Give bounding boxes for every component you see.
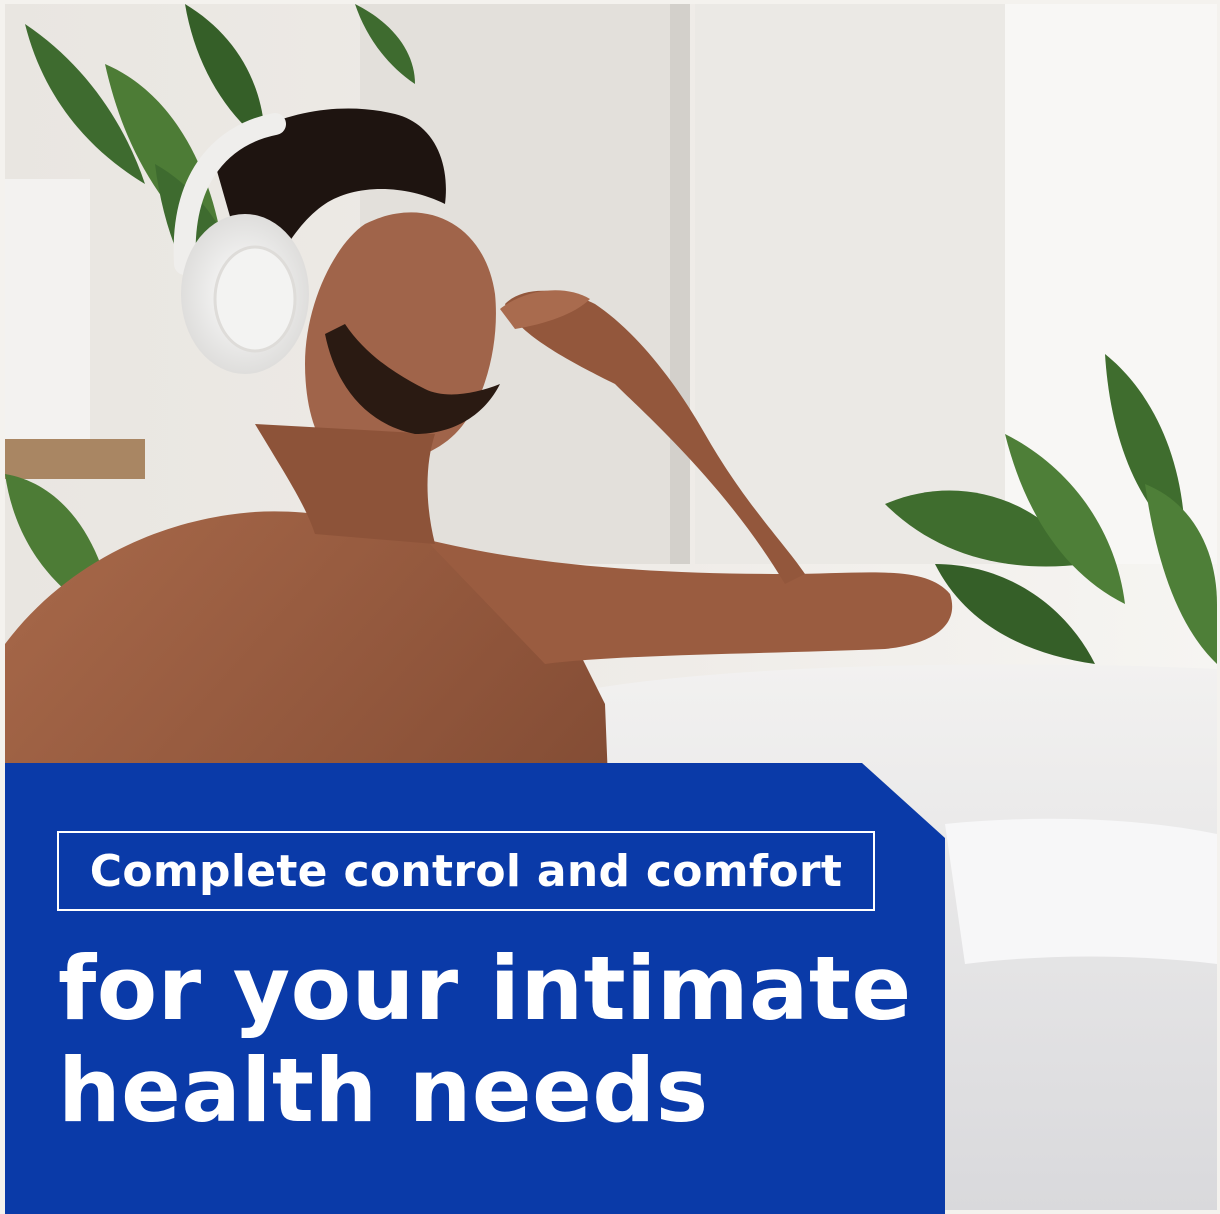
subheadline: for your intimate health needs <box>58 938 918 1142</box>
subhead-line-2: health needs <box>58 1039 709 1142</box>
headline-frame: Complete control and comfort <box>57 831 875 911</box>
promo-banner: Complete control and comfort for your in… <box>0 0 1220 1214</box>
subhead-line-1: for your intimate <box>58 937 912 1040</box>
headline: Complete control and comfort <box>89 845 843 897</box>
